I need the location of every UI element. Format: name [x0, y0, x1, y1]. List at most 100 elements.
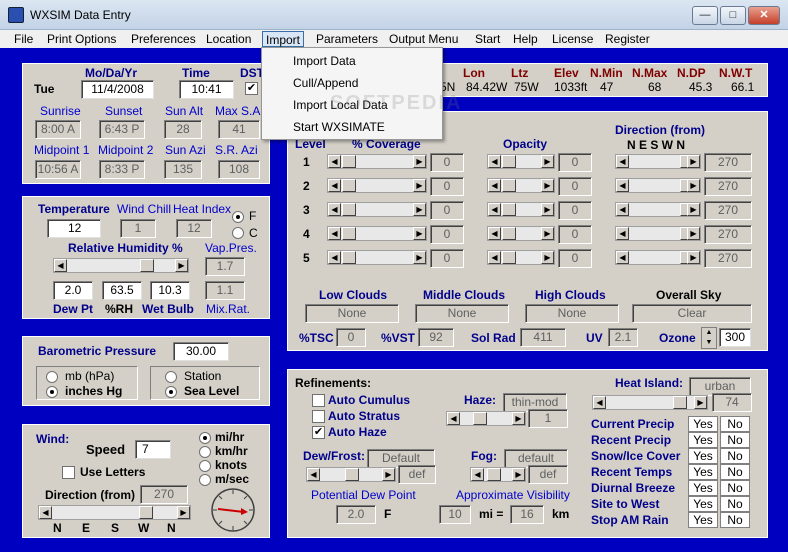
opacity-scrollbar-thumb[interactable]: [502, 203, 516, 216]
cull-append-item[interactable]: Cull/Append: [293, 76, 358, 90]
auto-cumulus-checkbox[interactable]: [312, 394, 325, 407]
heat-island-scrollbar[interactable]: ◀ ▶: [592, 395, 708, 410]
flag-yes-button[interactable]: Yes: [688, 432, 718, 448]
scroll-left-icon[interactable]: ◀: [593, 396, 606, 409]
dst-checkbox[interactable]: ✔: [245, 82, 258, 95]
scroll-right-icon[interactable]: ▶: [512, 412, 525, 425]
knots-radio[interactable]: [199, 460, 211, 472]
flag-no-button[interactable]: No: [720, 448, 750, 464]
scroll-right-icon[interactable]: ▶: [413, 227, 426, 240]
scroll-left-icon[interactable]: ◀: [471, 468, 484, 481]
flag-no-button[interactable]: No: [720, 464, 750, 480]
scroll-right-icon[interactable]: ▶: [541, 251, 554, 264]
minimize-button[interactable]: —: [692, 6, 718, 25]
opacity-scrollbar[interactable]: ◀ ▶: [487, 226, 555, 241]
opacity-scrollbar-thumb[interactable]: [502, 155, 516, 168]
fahrenheit-radio[interactable]: [232, 211, 244, 223]
cloud-dir-scrollbar[interactable]: ◀ ▶: [615, 202, 701, 217]
scroll-right-icon[interactable]: ▶: [687, 155, 700, 168]
scroll-right-icon[interactable]: ▶: [413, 179, 426, 192]
cloud-dir-scrollbar[interactable]: ◀ ▶: [615, 226, 701, 241]
menu-print-options[interactable]: Print Options: [47, 31, 116, 47]
coverage-scrollbar-thumb[interactable]: [342, 227, 356, 240]
scroll-right-icon[interactable]: ▶: [413, 251, 426, 264]
scroll-left-icon[interactable]: ◀: [328, 155, 341, 168]
scroll-left-icon[interactable]: ◀: [488, 203, 501, 216]
cloud-dir-scrollbar[interactable]: ◀ ▶: [615, 178, 701, 193]
opacity-scrollbar-thumb[interactable]: [502, 179, 516, 192]
opacity-scrollbar[interactable]: ◀ ▶: [487, 154, 555, 169]
scroll-right-icon[interactable]: ▶: [175, 259, 188, 272]
ozone-spinner[interactable]: ▲ ▼: [701, 327, 717, 349]
fog-scrollbar[interactable]: ◀ ▶: [470, 467, 526, 482]
flag-no-button[interactable]: No: [720, 480, 750, 496]
scroll-left-icon[interactable]: ◀: [616, 155, 629, 168]
auto-haze-checkbox[interactable]: ✔: [312, 426, 325, 439]
opacity-scrollbar-thumb[interactable]: [502, 227, 516, 240]
haze-thumb[interactable]: [473, 412, 487, 425]
opacity-scrollbar-thumb[interactable]: [502, 251, 516, 264]
kph-radio[interactable]: [199, 446, 211, 458]
flag-yes-button[interactable]: Yes: [688, 496, 718, 512]
flag-yes-button[interactable]: Yes: [688, 512, 718, 528]
rh-thumb[interactable]: [140, 259, 154, 272]
inhg-radio[interactable]: [46, 386, 58, 398]
wind-dir-thumb[interactable]: [139, 506, 153, 519]
scroll-left-icon[interactable]: ◀: [616, 251, 629, 264]
mb-radio[interactable]: [46, 371, 58, 383]
scroll-left-icon[interactable]: ◀: [328, 251, 341, 264]
scroll-right-icon[interactable]: ▶: [382, 468, 395, 481]
menu-license[interactable]: License: [552, 31, 593, 47]
scroll-left-icon[interactable]: ◀: [616, 179, 629, 192]
date-field[interactable]: 11/4/2008: [81, 80, 154, 99]
menu-start[interactable]: Start: [475, 31, 500, 47]
opacity-scrollbar[interactable]: ◀ ▶: [487, 202, 555, 217]
temperature-field[interactable]: 12: [47, 219, 101, 238]
scroll-right-icon[interactable]: ▶: [687, 251, 700, 264]
menu-parameters[interactable]: Parameters: [316, 31, 378, 47]
use-letters-checkbox[interactable]: [62, 466, 75, 479]
scroll-right-icon[interactable]: ▶: [687, 227, 700, 240]
scroll-right-icon[interactable]: ▶: [512, 468, 525, 481]
sealevel-radio[interactable]: [165, 386, 177, 398]
coverage-scrollbar-thumb[interactable]: [342, 155, 356, 168]
wind-dir-scrollbar[interactable]: ◀ ▶: [38, 505, 191, 520]
coverage-scrollbar[interactable]: ◀ ▶: [327, 154, 427, 169]
rh-scrollbar[interactable]: ◀ ▶: [53, 258, 189, 273]
coverage-scrollbar[interactable]: ◀ ▶: [327, 226, 427, 241]
scroll-left-icon[interactable]: ◀: [616, 227, 629, 240]
coverage-scrollbar-thumb[interactable]: [342, 179, 356, 192]
scroll-left-icon[interactable]: ◀: [488, 251, 501, 264]
opacity-scrollbar[interactable]: ◀ ▶: [487, 178, 555, 193]
scroll-left-icon[interactable]: ◀: [54, 259, 67, 272]
import-data-item[interactable]: Import Data: [293, 54, 356, 68]
flag-no-button[interactable]: No: [720, 416, 750, 432]
station-radio[interactable]: [165, 371, 177, 383]
haze-scrollbar[interactable]: ◀ ▶: [446, 411, 526, 426]
menu-help[interactable]: Help: [513, 31, 538, 47]
flag-no-button[interactable]: No: [720, 496, 750, 512]
flag-no-button[interactable]: No: [720, 512, 750, 528]
scroll-left-icon[interactable]: ◀: [328, 203, 341, 216]
scroll-left-icon[interactable]: ◀: [328, 179, 341, 192]
flag-no-button[interactable]: No: [720, 432, 750, 448]
ozone-field[interactable]: 300: [719, 328, 751, 347]
close-button[interactable]: ✕: [748, 6, 780, 25]
scroll-right-icon[interactable]: ▶: [413, 155, 426, 168]
rh-field[interactable]: 63.5: [102, 281, 142, 300]
scroll-right-icon[interactable]: ▶: [541, 203, 554, 216]
scroll-right-icon[interactable]: ▶: [687, 179, 700, 192]
speed-field[interactable]: 7: [135, 440, 171, 459]
scroll-right-icon[interactable]: ▶: [541, 179, 554, 192]
flag-yes-button[interactable]: Yes: [688, 416, 718, 432]
time-field[interactable]: 10:41: [179, 80, 234, 99]
scroll-left-icon[interactable]: ◀: [488, 155, 501, 168]
menu-register[interactable]: Register: [605, 31, 650, 47]
cloud-dir-scrollbar[interactable]: ◀ ▶: [615, 250, 701, 265]
opacity-scrollbar[interactable]: ◀ ▶: [487, 250, 555, 265]
scroll-left-icon[interactable]: ◀: [307, 468, 320, 481]
flag-yes-button[interactable]: Yes: [688, 464, 718, 480]
coverage-scrollbar[interactable]: ◀ ▶: [327, 178, 427, 193]
fog-thumb[interactable]: [487, 468, 501, 481]
flag-yes-button[interactable]: Yes: [688, 448, 718, 464]
